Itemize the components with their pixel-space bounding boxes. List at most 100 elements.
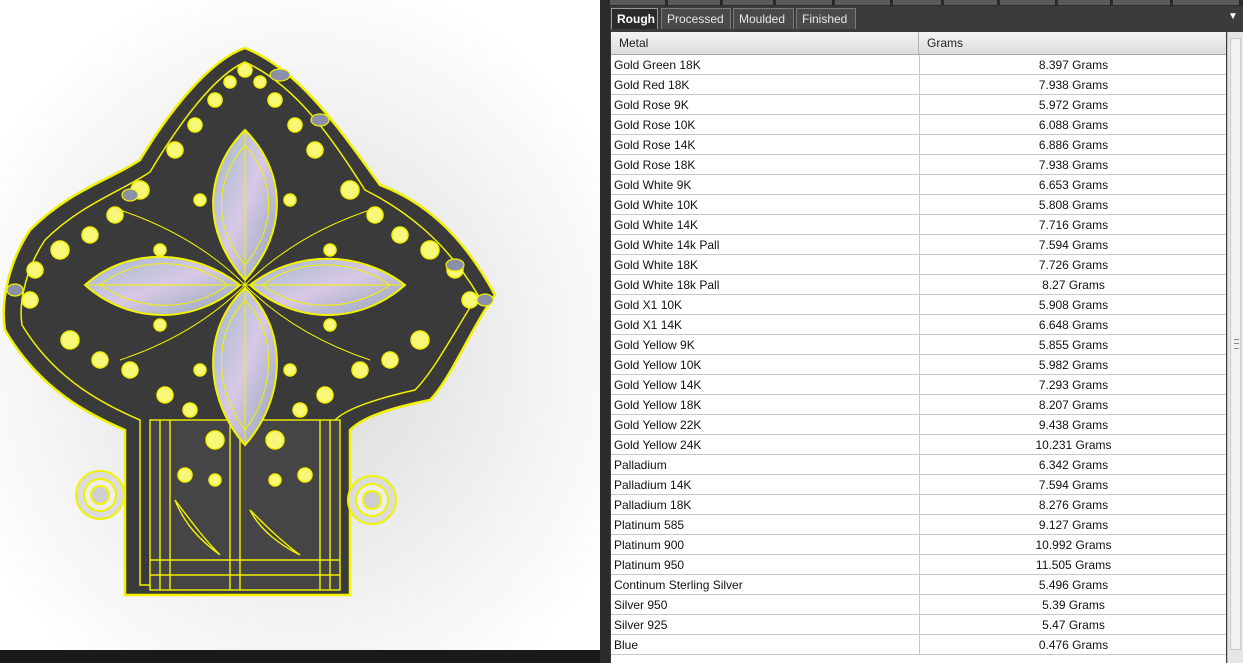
cell-metal: Gold Yellow 22K (614, 418, 702, 432)
table-body: Gold Green 18K 8.397 Grams Gold Red 18K 7.9… (611, 55, 1226, 655)
toolbar-strip (610, 0, 1243, 6)
table-row[interactable]: Gold White 18K 7.726 Grams (611, 255, 1226, 275)
cell-metal: Gold Red 18K (614, 78, 690, 92)
cell-grams: 8.27 Grams (919, 275, 1226, 294)
table-row[interactable]: Gold Yellow 22K 9.438 Grams (611, 415, 1226, 435)
table-row[interactable]: Palladium 6.342 Grams (611, 455, 1226, 475)
cell-metal: Gold Yellow 9K (614, 338, 695, 352)
table-row[interactable]: Gold White 14k Pall 7.594 Grams (611, 235, 1226, 255)
table-row[interactable]: Gold X1 10K 5.908 Grams (611, 295, 1226, 315)
cell-metal: Gold Yellow 24K (614, 438, 702, 452)
cell-grams: 6.653 Grams (919, 175, 1226, 194)
cell-metal: Gold White 9K (614, 178, 692, 192)
cell-metal: Gold X1 14K (614, 318, 683, 332)
panel-splitter[interactable] (600, 0, 610, 663)
metal-weight-table: Metal Grams Gold Green 18K 8.397 Grams Gol… (611, 32, 1226, 663)
cell-grams: 7.594 Grams (919, 235, 1226, 254)
cell-metal: Gold White 14K (614, 218, 699, 232)
table-row[interactable]: Palladium 18K 8.276 Grams (611, 495, 1226, 515)
cell-metal: Blue (614, 638, 639, 652)
table-row[interactable]: Platinum 950 11.505 Grams (611, 555, 1226, 575)
cell-grams: 5.808 Grams (919, 195, 1226, 214)
table-row[interactable]: Silver 950 5.39 Grams (611, 595, 1226, 615)
table-row[interactable]: Gold Green 18K 8.397 Grams (611, 55, 1226, 75)
cell-grams: 5.855 Grams (919, 335, 1226, 354)
chevron-down-icon[interactable]: ▼ (1227, 11, 1239, 23)
cell-metal: Platinum 950 (614, 558, 685, 572)
table-row[interactable]: Gold White 14K 7.716 Grams (611, 215, 1226, 235)
cell-grams: 6.886 Grams (919, 135, 1226, 154)
cell-grams: 7.938 Grams (919, 75, 1226, 94)
cell-grams: 5.39 Grams (919, 595, 1226, 614)
vertical-scrollbar[interactable] (1227, 32, 1243, 663)
cell-metal: Platinum 900 (614, 538, 685, 552)
cell-grams: 6.342 Grams (919, 455, 1226, 474)
tab-finished[interactable]: Finished (796, 8, 856, 29)
cell-grams: 10.992 Grams (919, 535, 1226, 554)
table-row[interactable]: Gold White 10K 5.808 Grams (611, 195, 1226, 215)
cell-metal: Gold White 18k Pall (614, 278, 720, 292)
cell-grams: 8.276 Grams (919, 495, 1226, 514)
viewport-status-strip (0, 650, 603, 663)
scrollbar-thumb[interactable] (1230, 38, 1241, 650)
table-row[interactable]: Gold Yellow 14K 7.293 Grams (611, 375, 1226, 395)
column-header-metal[interactable]: Metal (611, 32, 919, 54)
cell-metal: Platinum 585 (614, 518, 685, 532)
table-row[interactable]: Gold Rose 10K 6.088 Grams (611, 115, 1226, 135)
cell-metal: Gold White 14k Pall (614, 238, 720, 252)
3d-viewport[interactable] (0, 0, 600, 650)
cell-grams: 7.938 Grams (919, 155, 1226, 174)
cell-metal: Gold X1 10K (614, 298, 683, 312)
cell-metal: Silver 925 (614, 618, 668, 632)
cell-grams: 5.982 Grams (919, 355, 1226, 374)
cell-grams: 7.594 Grams (919, 475, 1226, 494)
cell-grams: 10.231 Grams (919, 435, 1226, 454)
column-header-grams[interactable]: Grams (919, 32, 1226, 54)
cell-grams: 8.207 Grams (919, 395, 1226, 414)
tab-moulded[interactable]: Moulded (733, 8, 794, 29)
tab-processed[interactable]: Processed (661, 8, 731, 29)
table-row[interactable]: Gold X1 14K 6.648 Grams (611, 315, 1226, 335)
table-row[interactable]: Gold White 9K 6.653 Grams (611, 175, 1226, 195)
table-row[interactable]: Continum Sterling Silver 5.496 Grams (611, 575, 1226, 595)
cell-metal: Palladium 18K (614, 498, 692, 512)
cell-grams: 5.972 Grams (919, 95, 1226, 114)
cell-grams: 6.088 Grams (919, 115, 1226, 134)
cell-grams: 7.293 Grams (919, 375, 1226, 394)
cell-metal: Gold White 18K (614, 258, 699, 272)
table-row[interactable]: Platinum 585 9.127 Grams (611, 515, 1226, 535)
table-row[interactable]: Gold Yellow 10K 5.982 Grams (611, 355, 1226, 375)
tab-bar: Rough Processed Moulded Finished ▼ (610, 7, 1243, 30)
metal-weights-panel: Rough Processed Moulded Finished ▼ Metal… (610, 0, 1243, 663)
cell-grams: 9.438 Grams (919, 415, 1226, 434)
table-row[interactable]: Palladium 14K 7.594 Grams (611, 475, 1226, 495)
cell-grams: 8.397 Grams (919, 55, 1226, 74)
cell-grams: 5.47 Grams (919, 615, 1226, 634)
table-row[interactable]: Gold Rose 18K 7.938 Grams (611, 155, 1226, 175)
cell-grams: 0.476 Grams (919, 635, 1226, 654)
table-row[interactable]: Gold Yellow 24K 10.231 Grams (611, 435, 1226, 455)
cell-metal: Gold Yellow 10K (614, 358, 702, 372)
cell-metal: Gold Rose 10K (614, 118, 696, 132)
table-row[interactable]: Blue 0.476 Grams (611, 635, 1226, 655)
table-row[interactable]: Gold Yellow 9K 5.855 Grams (611, 335, 1226, 355)
cell-grams: 5.908 Grams (919, 295, 1226, 314)
table-row[interactable]: Gold Red 18K 7.938 Grams (611, 75, 1226, 95)
table-row[interactable]: Silver 925 5.47 Grams (611, 615, 1226, 635)
table-row[interactable]: Gold Rose 9K 5.972 Grams (611, 95, 1226, 115)
cell-grams: 5.496 Grams (919, 575, 1226, 594)
table-row[interactable]: Gold White 18k Pall 8.27 Grams (611, 275, 1226, 295)
pendant-wireframe-icon (0, 0, 600, 650)
cell-metal: Gold White 10K (614, 198, 699, 212)
table-row[interactable]: Platinum 900 10.992 Grams (611, 535, 1226, 555)
cell-metal: Gold Rose 9K (614, 98, 689, 112)
table-row[interactable]: Gold Yellow 18K 8.207 Grams (611, 395, 1226, 415)
tab-rough[interactable]: Rough (611, 8, 658, 29)
cell-metal: Gold Yellow 14K (614, 378, 702, 392)
cell-grams: 9.127 Grams (919, 515, 1226, 534)
cell-metal: Continum Sterling Silver (614, 578, 743, 592)
cell-metal: Silver 950 (614, 598, 668, 612)
table-row[interactable]: Gold Rose 14K 6.886 Grams (611, 135, 1226, 155)
cell-metal: Gold Green 18K (614, 58, 701, 72)
cell-grams: 11.505 Grams (919, 555, 1226, 574)
